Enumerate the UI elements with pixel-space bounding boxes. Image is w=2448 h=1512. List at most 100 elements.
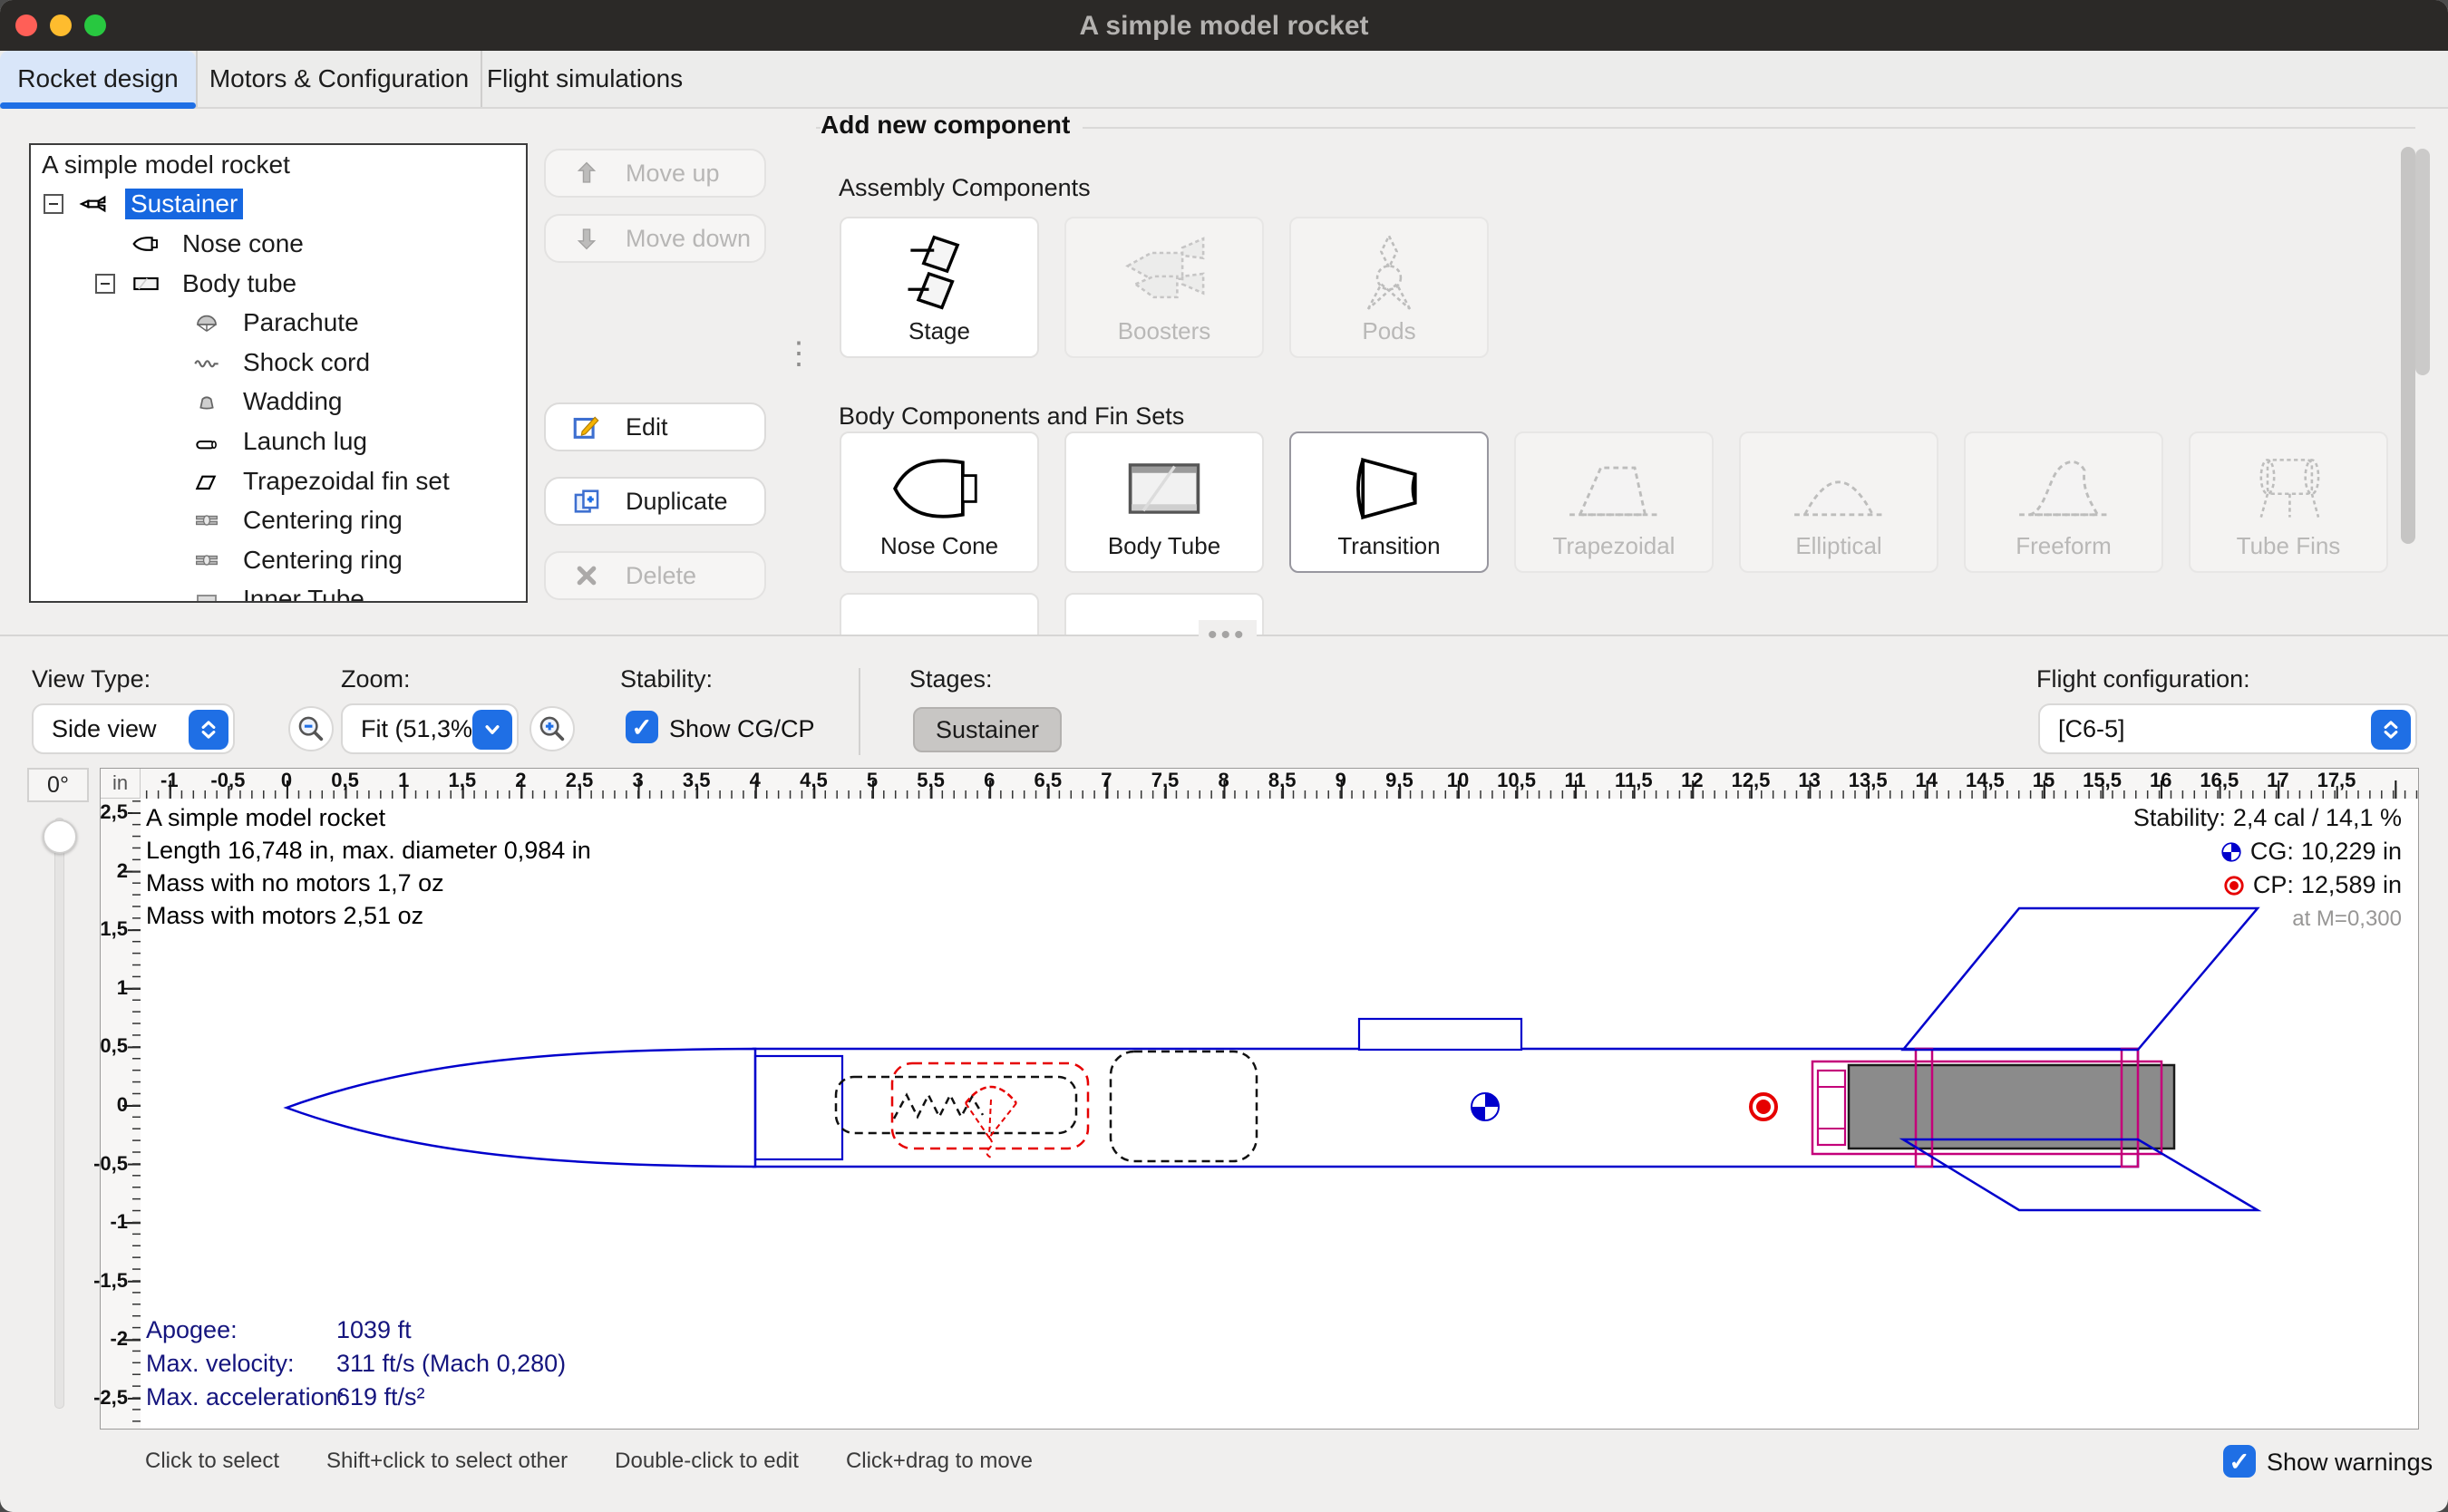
action-button[interactable]: Duplicate (544, 477, 766, 526)
minimize-window-button[interactable] (50, 15, 72, 36)
ruler-tick-label: 0 (117, 1093, 128, 1117)
ruler-tick-label: 17 (2267, 769, 2288, 792)
ruler-tick-label: 5,5 (917, 769, 945, 792)
flight-config-select[interactable]: [C6-5] (2038, 703, 2417, 754)
action-button-icon (571, 158, 602, 189)
flight-data-block: Apogee:1039 ft Max. velocity:311 ft/s (M… (146, 1313, 566, 1414)
add-panel-scrollbar[interactable] (2415, 149, 2430, 375)
component-card: Tube Fins (2189, 431, 2388, 573)
zoom-out-button[interactable] (288, 706, 334, 751)
component-card-icon (1550, 447, 1677, 530)
tree-row[interactable]: Shock cord (31, 343, 526, 383)
tree-item-label: Sustainer (125, 189, 243, 219)
ruler-tick-label: 16,5 (2200, 769, 2239, 792)
ruler-tick-label: 17,5 (2317, 769, 2356, 792)
action-button[interactable]: Edit (544, 402, 766, 451)
flight-data-row: Apogee:1039 ft (146, 1313, 566, 1347)
tree-row[interactable]: Nose cone (31, 224, 526, 264)
tree-row[interactable]: Inner Tube (31, 580, 526, 603)
ruler-tick-label: 8 (1218, 769, 1229, 792)
rotation-slider-knob[interactable] (43, 819, 77, 854)
tree-expander-icon[interactable] (95, 274, 115, 294)
titlebar: A simple model rocket (0, 0, 2448, 51)
component-card[interactable]: Stage (840, 217, 1039, 358)
chevron-updown-icon (189, 710, 228, 750)
component-card[interactable]: Body Tube (1064, 431, 1264, 573)
ruler-tick-label: 11 (1565, 769, 1586, 792)
cp-value: 12,589 in (2301, 868, 2402, 902)
tree-row[interactable]: Launch lug (31, 422, 526, 461)
component-card: Elliptical (1739, 431, 1938, 573)
zoom-select[interactable]: Fit (51,3%) (341, 703, 519, 754)
component-card[interactable]: Nose Cone (840, 431, 1039, 573)
component-card-icon (876, 447, 1003, 530)
flight-config-label: Flight configuration: (2036, 665, 2250, 693)
show-warnings-checkbox[interactable]: ✓ (2223, 1445, 2256, 1478)
show-cgcp-checkbox[interactable]: ✓ (626, 711, 658, 743)
tree-item-label: Launch lug (238, 426, 373, 457)
ruler-tick-label: 4 (750, 769, 761, 792)
ruler-tick-label: -2,5 (93, 1386, 128, 1410)
ruler-tick-label: 3,5 (683, 769, 711, 792)
ruler-tick-label: 12,5 (1732, 769, 1771, 792)
chevron-updown-icon (2371, 710, 2411, 750)
stability-block: Stability:2,4 cal / 14,1 % CG:10,229 in … (2133, 801, 2402, 935)
show-warnings-label: Show warnings (2267, 1449, 2433, 1477)
launch-lug-shape[interactable] (1359, 1019, 1521, 1050)
ruler-tick-label: 11,5 (1615, 769, 1653, 792)
ruler-tick-label: 3 (632, 769, 643, 792)
component-card: Trapezoidal (1514, 431, 1714, 573)
ruler-tick-label: 0,5 (100, 1034, 128, 1058)
main-tab[interactable]: Flight simulations (481, 51, 687, 107)
zoom-in-button[interactable] (529, 706, 575, 751)
tree-row[interactable]: Centering ring (31, 540, 526, 580)
stages-label: Stages: (909, 665, 993, 693)
stage-toggle-button[interactable]: Sustainer (913, 707, 1062, 752)
horizontal-ruler: -1-0,500,511,522,533,544,555,566,577,588… (141, 769, 2418, 799)
component-card-icon (1326, 232, 1452, 315)
add-component-panel: Add new component Assembly Components St… (807, 107, 2439, 635)
tree-row[interactable]: Parachute (31, 303, 526, 343)
rocket-info-line: Length 16,748 in, max. diameter 0,984 in (146, 834, 591, 867)
component-card-icon (876, 232, 1003, 315)
view-type-select[interactable]: Side view (32, 703, 235, 754)
close-window-button[interactable] (15, 15, 37, 36)
component-card: Freeform (1964, 431, 2163, 573)
flight-data-row: Max. velocity:311 ft/s (Mach 0,280) (146, 1347, 566, 1381)
tree-item-label: Inner Tube (238, 584, 370, 603)
tree-row[interactable]: Wadding (31, 383, 526, 422)
ruler-tick-label: 13 (1798, 769, 1820, 792)
rotation-slider-track[interactable] (54, 818, 64, 1409)
tree-row[interactable]: Body tube (31, 264, 526, 304)
tree-row[interactable]: Centering ring (31, 500, 526, 540)
tree-item-icon (122, 229, 170, 258)
component-card-icon (1101, 232, 1228, 315)
tree-item-icon (183, 546, 230, 575)
tree-item-label: Parachute (238, 307, 364, 338)
section-title-body: Body Components and Fin Sets (839, 402, 1184, 431)
zoom-window-button[interactable] (84, 15, 106, 36)
rocket-info-line: A simple model rocket (146, 801, 591, 834)
cp-marker-icon (1751, 1094, 1776, 1119)
ruler-tick-label: 1,5 (100, 917, 128, 941)
ruler-tick-label: 2 (515, 769, 526, 792)
ruler-tick-label: 10 (1447, 769, 1469, 792)
tree-row[interactable]: Sustainer (31, 185, 526, 225)
engine-block-shape[interactable] (1818, 1071, 1845, 1145)
main-tab[interactable]: Motors & Configuration (196, 51, 481, 107)
horizontal-splitter-handle-icon[interactable]: ••• (1199, 620, 1257, 651)
main-tab[interactable]: Rocket design (0, 51, 196, 107)
checkmark-icon: ✓ (2229, 1447, 2249, 1477)
tree-expander-icon[interactable] (44, 194, 63, 214)
component-card[interactable]: Transition (1289, 431, 1489, 573)
nose-cone-shape[interactable] (287, 1049, 755, 1167)
openrocket-window: A simple model rocket Rocket designMotor… (0, 0, 2448, 1512)
ruler-tick-label: 2 (117, 859, 128, 883)
rocket-canvas[interactable]: in -1-0,500,511,522,533,544,555,566,577,… (100, 768, 2419, 1430)
tree-row[interactable]: A simple model rocket (31, 145, 526, 185)
tree-row[interactable]: Trapezoidal fin set (31, 461, 526, 501)
tree-item-label: Centering ring (238, 545, 408, 576)
motor-shape[interactable] (1849, 1065, 2174, 1149)
component-card-partial[interactable] (840, 593, 1039, 635)
ruler-tick-label: -1 (110, 1210, 128, 1234)
